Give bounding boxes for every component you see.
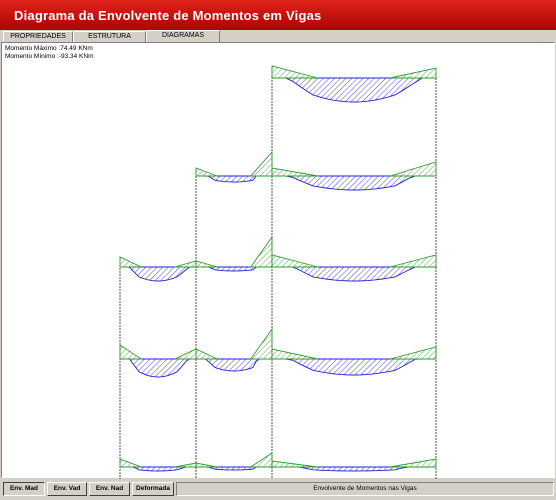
- moment-envelope-shape: [120, 358, 196, 378]
- moment-envelope-shape: [119, 256, 142, 268]
- moment-envelope-shape: [390, 458, 437, 468]
- tab-propriedades[interactable]: PROPRIEDADES: [3, 31, 73, 42]
- moment-envelope-shape: [249, 327, 273, 360]
- moment-envelope-shape: [271, 460, 318, 468]
- deformada-button[interactable]: Deformada: [132, 482, 174, 496]
- moment-envelope-shape: [249, 235, 273, 268]
- moment-envelope-shape: [249, 150, 273, 177]
- moment-envelope-shape: [249, 452, 273, 468]
- tab-diagramas[interactable]: DIAGRAMAS: [146, 30, 220, 42]
- moment-envelope-shape: [195, 167, 218, 177]
- diagram-canvas: Momento Máximo :74.49 KNm Momento Mínimo…: [1, 42, 555, 479]
- moment-envelope-shape: [271, 348, 319, 360]
- moment-envelope-shape: [195, 462, 218, 468]
- tab-bar: PROPRIEDADES ESTRUTURA DIAGRAMAS: [0, 30, 556, 42]
- moment-envelope-shape: [389, 346, 437, 360]
- moment-envelope-shape: [272, 466, 436, 472]
- moment-envelope-shape: [196, 358, 272, 372]
- env-nad-button[interactable]: Env. Nad: [89, 482, 130, 496]
- env-mad-button[interactable]: Env. Mad: [3, 482, 45, 496]
- moment-envelope-shape: [174, 462, 197, 468]
- moment-envelope-shape: [272, 175, 436, 191]
- moment-envelope-shape: [389, 254, 437, 268]
- moment-envelope-shape: [174, 348, 197, 360]
- moment-envelope-shape: [119, 344, 143, 360]
- moment-envelope-shape: [272, 77, 436, 103]
- moment-envelope-shape: [174, 260, 197, 268]
- moment-envelope-shape: [389, 161, 437, 177]
- moment-envelope-shape: [196, 175, 272, 183]
- moment-envelope-shape: [119, 458, 142, 468]
- moment-envelope-shape: [272, 266, 436, 282]
- moment-envelope-shape: [196, 266, 272, 272]
- moment-envelope-shape: [271, 167, 318, 177]
- env-vad-button[interactable]: Env. Vad: [47, 482, 87, 496]
- moment-envelope-shape: [272, 358, 436, 376]
- moment-envelope-shape: [271, 65, 319, 79]
- moment-envelope-diagram: [119, 65, 437, 479]
- bottom-toolbar: Env. Mad Env. Vad Env. Nad Deformada Env…: [0, 479, 556, 500]
- moment-envelope-shape: [389, 67, 437, 79]
- moment-envelope-shape: [195, 348, 218, 360]
- moment-envelope-shape: [271, 254, 319, 268]
- moment-envelope-shape: [120, 466, 196, 472]
- status-bar: Envolvente de Momentos nas Vigas: [176, 482, 554, 496]
- moment-envelope-shape: [120, 266, 196, 282]
- tab-estrutura[interactable]: ESTRUTURA: [73, 31, 146, 42]
- window-title: Diagrama da Envolvente de Momentos em Vi…: [0, 0, 556, 30]
- moment-envelope-shape: [195, 260, 218, 268]
